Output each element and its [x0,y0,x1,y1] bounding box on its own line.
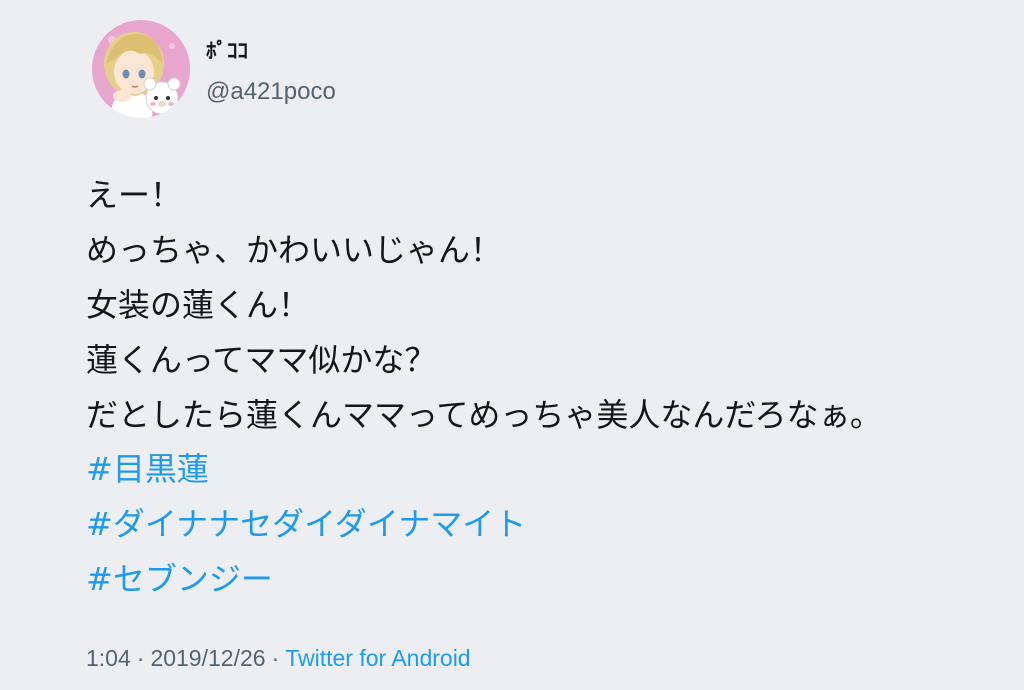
hashtag-link[interactable]: #ダイナナセダイダイナマイト [86,497,526,552]
tweet-text-line: だとしたら蓮くんママってめっちゃ美人なんだろなぁ。 [86,396,882,434]
hashtag-list: #目黒蓮 #ダイナナセダイダイナマイト #セブンジー [86,442,526,607]
tweet-metadata: 1:04 · 2019/12/26 · Twitter for Android [86,640,471,676]
tweet-text-line: めっちゃ、かわいいじゃん！ [86,231,503,269]
tweet-text-line: 女装の蓮くん！ [86,286,311,324]
tweet-source-link[interactable]: Twitter for Android [285,645,470,671]
avatar[interactable] [92,20,190,118]
tweet-text-line: えー！ [86,176,183,214]
hashtag-link[interactable]: #目黒蓮 [86,442,526,497]
tweet-card: ﾎﾟｺｺ @a421poco えー！ めっちゃ、かわいいじゃん！ 女装の蓮くん！… [0,0,1024,690]
avatar-illustration [92,20,190,118]
hashtag-link[interactable]: #セブンジー [86,552,526,607]
tweet-date[interactable]: 2019/12/26 [150,645,265,671]
user-handle[interactable]: @a421poco [206,76,336,108]
meta-separator: · [136,645,145,671]
tweet-text-line: 蓮くんってママ似かな？ [86,341,437,379]
meta-separator: · [271,645,280,671]
display-name[interactable]: ﾎﾟｺｺ [206,37,248,65]
tweet-time[interactable]: 1:04 [86,645,131,671]
tweet-text: えー！ めっちゃ、かわいいじゃん！ 女装の蓮くん！ 蓮くんってママ似かな？ だと… [86,168,1006,443]
